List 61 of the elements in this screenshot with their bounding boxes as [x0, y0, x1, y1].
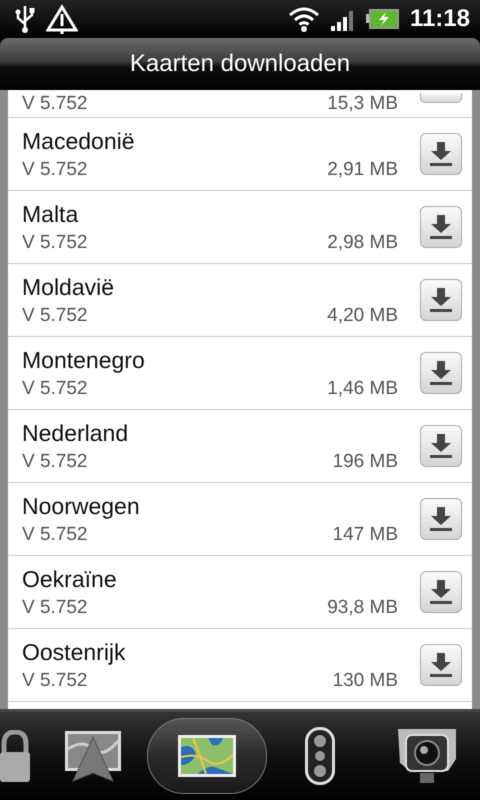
- download-button[interactable]: [420, 352, 462, 394]
- version-label: V 5.752: [22, 158, 88, 180]
- map-list-item[interactable]: Macedonië V 5.752 2,91 MB: [8, 118, 472, 191]
- padlock-icon: [0, 730, 30, 782]
- version-label: V 5.752: [22, 450, 88, 472]
- usb-icon: [14, 4, 36, 34]
- size-label: 15,3 MB: [327, 93, 398, 115]
- download-button[interactable]: [420, 425, 462, 467]
- download-icon: [429, 579, 453, 605]
- version-label: V 5.752: [22, 524, 88, 546]
- traffic-light-icon: [304, 727, 335, 785]
- map-list-item[interactable]: Nederland V 5.752 196 MB: [8, 410, 472, 483]
- download-icon: [429, 360, 453, 386]
- clock: 11:18: [410, 5, 470, 33]
- country-name: Oekraïne: [22, 566, 118, 592]
- map-list-item[interactable]: Malta V 5.752 2,98 MB: [8, 191, 472, 264]
- map-list-item[interactable]: Moldavië V 5.752 4,20 MB: [8, 264, 472, 337]
- battery-charging-icon: [366, 8, 400, 30]
- map-list-item[interactable]: Oostenrijk V 5.752 130 MB: [8, 629, 472, 702]
- map-icon: [178, 735, 236, 777]
- map-list-item[interactable]: Oekraïne V 5.752 93,8 MB: [8, 556, 472, 629]
- camera-icon: [396, 727, 458, 785]
- download-button[interactable]: [420, 133, 462, 175]
- download-button[interactable]: [420, 279, 462, 321]
- download-button[interactable]: [420, 206, 462, 248]
- version-label: V 5.752: [22, 93, 88, 115]
- screen-title: Kaarten downloaden: [130, 50, 350, 78]
- download-button[interactable]: [420, 571, 462, 613]
- size-label: 130 MB: [332, 670, 398, 692]
- country-name: Noorwegen: [22, 492, 141, 520]
- size-label: 1,46 MB: [327, 378, 398, 400]
- version-label: V 5.752: [22, 378, 88, 400]
- map-navigation-icon: [63, 729, 124, 783]
- download-button[interactable]: [420, 498, 462, 540]
- country-name: Nederland: [22, 420, 130, 446]
- download-icon: [429, 652, 453, 678]
- country-name: Oostenrijk: [22, 638, 127, 666]
- download-icon: [429, 287, 453, 313]
- download-icon: [429, 214, 453, 240]
- download-icon: [429, 433, 453, 459]
- country-name: Montenegro: [22, 346, 146, 374]
- download-icon: [429, 506, 453, 532]
- size-label: 93,8 MB: [327, 596, 398, 618]
- size-label: 2,91 MB: [327, 158, 398, 180]
- warning-icon: [46, 4, 78, 34]
- version-label: V 5.752: [22, 670, 88, 692]
- size-label: 4,20 MB: [327, 304, 398, 326]
- country-name: Malta: [22, 200, 80, 228]
- download-button[interactable]: [420, 644, 462, 686]
- version-label: V 5.752: [22, 304, 88, 326]
- download-icon: [429, 141, 453, 167]
- version-label: V 5.752: [22, 232, 88, 254]
- map-list-item[interactable]: Noorwegen V 5.752 147 MB: [8, 483, 472, 556]
- country-name: Macedonië: [22, 128, 136, 154]
- wifi-icon: [288, 6, 320, 32]
- map-list-item[interactable]: Montenegro V 5.752 1,46 MB: [8, 337, 472, 410]
- size-label: 196 MB: [332, 450, 398, 472]
- version-label: V 5.752: [22, 596, 88, 618]
- size-label: 147 MB: [332, 524, 398, 546]
- country-name: Moldavië: [22, 274, 116, 300]
- size-label: 2,98 MB: [327, 232, 398, 254]
